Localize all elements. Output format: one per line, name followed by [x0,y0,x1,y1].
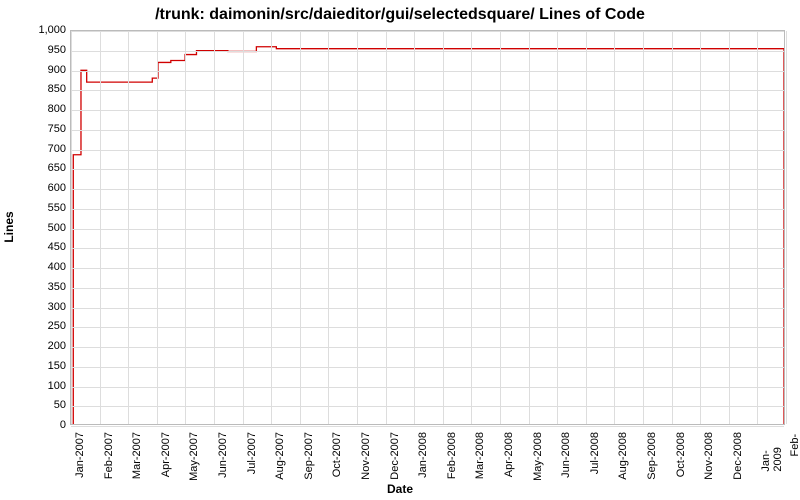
x-tick-label: Jan-2008 [417,432,429,478]
gridline-v [729,31,730,424]
gridline-v [471,31,472,424]
y-tick-label: 700 [30,143,66,155]
x-tick-label: Jun-2008 [560,432,572,478]
y-tick-label: 650 [30,162,66,174]
x-tick-label: Feb-2009 [789,432,800,456]
gridline-h [71,229,784,230]
gridline-h [71,367,784,368]
gridline-v [128,31,129,424]
y-tick-label: 1,000 [30,24,66,36]
y-tick-label: 750 [30,123,66,135]
gridline-h [71,130,784,131]
x-tick-label: Sep-2008 [646,432,658,480]
x-tick-label: Dec-2008 [732,432,744,480]
gridline-v [185,31,186,424]
gridline-h [71,189,784,190]
gridline-h [71,169,784,170]
gridline-v [157,31,158,424]
gridline-v [300,31,301,424]
gridline-v [586,31,587,424]
y-tick-label: 50 [30,399,66,411]
gridline-h [71,150,784,151]
gridline-v [557,31,558,424]
x-tick-label: Jul-2008 [589,432,601,474]
gridline-v [529,31,530,424]
x-tick-label: Aug-2007 [274,432,286,480]
y-tick-label: 900 [30,64,66,76]
x-tick-label: May-2008 [532,432,544,481]
gridline-h [71,406,784,407]
gridline-h [71,209,784,210]
x-axis-label: Date [0,482,800,496]
gridline-v [414,31,415,424]
y-tick-label: 950 [30,44,66,56]
y-axis-label: Lines [2,211,16,242]
gridline-v [443,31,444,424]
chart-title: /trunk: daimonin/src/daieditor/gui/selec… [0,6,800,24]
plot-area [70,30,785,425]
x-tick-label: Nov-2007 [360,432,372,480]
x-tick-label: Apr-2008 [503,432,515,477]
x-tick-label: Oct-2007 [331,432,343,477]
y-tick-label: 450 [30,241,66,253]
gridline-h [71,327,784,328]
x-tick-label: Dec-2007 [389,432,401,480]
y-tick-label: 800 [30,103,66,115]
gridline-v [500,31,501,424]
y-tick-label: 500 [30,222,66,234]
y-tick-label: 550 [30,202,66,214]
x-tick-label: Mar-2007 [131,432,143,479]
y-tick-label: 600 [30,182,66,194]
y-tick-label: 350 [30,281,66,293]
x-tick-label: Aug-2008 [617,432,629,480]
y-tick-label: 300 [30,301,66,313]
gridline-h [71,248,784,249]
gridline-v [243,31,244,424]
gridline-h [71,426,784,427]
y-tick-label: 850 [30,83,66,95]
gridline-v [386,31,387,424]
gridline-v [100,31,101,424]
x-tick-label: Jan-2009 [760,432,784,472]
gridline-v [672,31,673,424]
gridline-h [71,71,784,72]
gridline-v [71,31,72,424]
gridline-v [643,31,644,424]
gridline-h [71,110,784,111]
x-tick-label: Nov-2008 [703,432,715,480]
gridline-h [71,268,784,269]
gridline-h [71,51,784,52]
x-tick-label: Feb-2007 [103,432,115,479]
x-tick-label: Jul-2007 [246,432,258,474]
y-tick-label: 250 [30,320,66,332]
x-tick-label: Apr-2007 [160,432,172,477]
gridline-v [614,31,615,424]
gridline-v [214,31,215,424]
y-tick-label: 100 [30,380,66,392]
x-tick-label: Sep-2007 [303,432,315,480]
gridline-h [71,288,784,289]
x-tick-label: Jan-2007 [74,432,86,478]
gridline-v [328,31,329,424]
gridline-v [357,31,358,424]
gridline-h [71,90,784,91]
x-tick-label: Jun-2007 [217,432,229,478]
gridline-v [700,31,701,424]
gridline-h [71,31,784,32]
x-tick-label: May-2007 [188,432,200,481]
x-tick-label: Mar-2008 [474,432,486,479]
gridline-h [71,347,784,348]
y-tick-label: 150 [30,360,66,372]
gridline-h [71,387,784,388]
gridline-v [271,31,272,424]
y-tick-label: 0 [30,419,66,431]
y-tick-label: 200 [30,340,66,352]
x-tick-label: Feb-2008 [446,432,458,479]
gridline-v [757,31,758,424]
gridline-h [71,308,784,309]
gridline-v [786,31,787,424]
x-tick-label: Oct-2008 [675,432,687,477]
y-tick-label: 400 [30,261,66,273]
